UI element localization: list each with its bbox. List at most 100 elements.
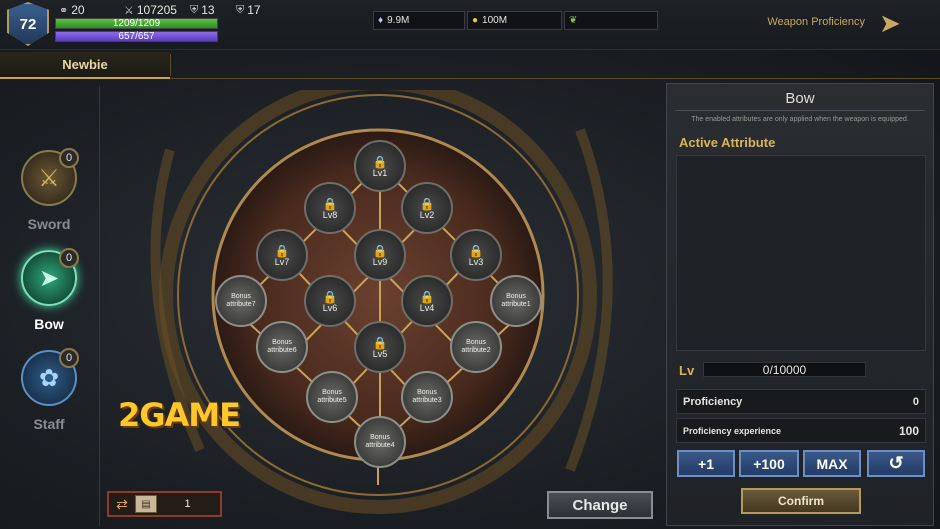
lock-icon: 🔒 (419, 196, 435, 211)
item-count: 1 (184, 498, 191, 510)
skill-node-label: Bonus attribute3 (412, 389, 442, 404)
feather-currency[interactable]: ❦ (564, 11, 658, 30)
weapon-sword[interactable]: ⚔ 0 Sword (14, 148, 84, 232)
stat-a-value: 20 (71, 3, 85, 17)
sword-count: 0 (59, 148, 79, 168)
skill-node-locked[interactable]: 🔒 Lv2 (401, 182, 453, 234)
confirm-button[interactable]: Confirm (741, 488, 861, 514)
power-value: 107205 (136, 3, 177, 17)
lv-progress: 0/10000 (703, 362, 866, 377)
skill-node-locked[interactable]: 🔒 Lv5 (354, 321, 406, 373)
skill-node-bonus[interactable]: Bonus attribute4 (354, 416, 406, 468)
weapon-bow[interactable]: ➤ 0 Bow (14, 248, 84, 332)
panel-note: The enabled attributes are only applied … (691, 116, 909, 123)
staff-label: Staff (33, 416, 65, 432)
arrow-right-icon[interactable]: ➤ (879, 9, 915, 39)
skill-node-locked[interactable]: 🔒 Lv3 (450, 229, 502, 281)
gold-currency[interactable]: ● 100M (467, 11, 562, 30)
skill-node-bonus[interactable]: Bonus attribute1 (490, 275, 542, 327)
top-bar: 72 ⚭ 20 ⚔ 107205 ⛨ 13 ⛨ 17 1209/1209 657… (0, 0, 940, 50)
skill-node-locked[interactable]: 🔒 Lv4 (401, 275, 453, 327)
bow-icon: ➤ 0 (21, 248, 79, 306)
diamond-currency[interactable]: ♦ 9.9M (373, 11, 465, 30)
shield-icon: ⛨ (190, 3, 199, 16)
hp-text: 1209/1209 (112, 18, 161, 29)
experience-row: Proficiency experience 100 (676, 418, 926, 443)
proficiency-label: Proficiency (683, 395, 743, 408)
reset-icon: ↺ (888, 453, 904, 473)
lock-icon: 🔒 (274, 243, 290, 258)
skill-node-bonus[interactable]: Bonus attribute2 (450, 321, 502, 373)
change-button[interactable]: Change (547, 491, 653, 519)
lv-label: Lv (679, 363, 695, 378)
defense-value: 13 (201, 3, 215, 17)
active-attribute-heading: Active Attribute (679, 135, 776, 150)
lock-icon: 🔒 (372, 154, 388, 169)
gold-value: 100M (482, 15, 508, 26)
tab-row: Newbie (0, 52, 940, 79)
staff-count: 0 (59, 348, 79, 368)
lock-icon: 🔒 (372, 243, 388, 258)
skill-node-label: Bonus attribute1 (501, 293, 531, 308)
shield-plus-icon: ⛨ (236, 3, 245, 16)
weapon-proficiency-link[interactable]: Weapon Proficiency (767, 16, 865, 28)
skill-node-locked[interactable]: 🔒 Lv9 (354, 229, 406, 281)
skill-node-bonus[interactable]: Bonus attribute5 (306, 371, 358, 423)
active-attribute-list (676, 155, 926, 351)
skill-node-label: Bonus attribute7 (226, 293, 256, 308)
skill-node-locked[interactable]: 🔒 Lv1 (354, 140, 406, 192)
swirl-icon: ⚭ (59, 4, 69, 17)
skill-node-label: Lv9 (372, 256, 388, 267)
diamond-icon: ♦ (378, 15, 384, 26)
skill-node-label: Lv5 (372, 348, 388, 359)
skill-node-label: Bonus attribute6 (267, 339, 297, 354)
plus-100-button[interactable]: +100 (739, 450, 799, 477)
skill-node-bonus[interactable]: Bonus attribute6 (256, 321, 308, 373)
stat-defense: ⛨ 13 (190, 3, 215, 17)
lock-icon: 🔒 (468, 243, 484, 258)
tab-divider (170, 54, 171, 76)
skill-node-locked[interactable]: 🔒 Lv6 (304, 275, 356, 327)
reset-button[interactable]: ↺ (867, 450, 925, 477)
diamond-value: 9.9M (387, 15, 410, 26)
skill-node-label: Lv6 (322, 302, 338, 313)
skill-node-label: Lv3 (468, 256, 484, 267)
skill-node-bonus[interactable]: Bonus attribute3 (401, 371, 453, 423)
level-badge: 72 (7, 2, 49, 46)
skill-node-label: Lv2 (419, 209, 435, 220)
weapon-detail-panel: Bow The enabled attributes are only appl… (666, 83, 934, 526)
sword-label: Sword (27, 216, 71, 232)
skill-node-label: Lv7 (274, 256, 290, 267)
sword-icon: ⚔ 0 (21, 148, 79, 206)
experience-value: 100 (898, 423, 919, 438)
item-swap-box[interactable]: ⇄ ▤ 1 (107, 491, 222, 517)
mp-bar: 657/657 (55, 31, 218, 42)
skill-node-locked[interactable]: 🔒 Lv8 (304, 182, 356, 234)
shield-value: 17 (247, 3, 261, 17)
proficiency-value: 0 (912, 395, 919, 408)
stat-power: ⚔ 107205 (124, 3, 177, 17)
max-button[interactable]: MAX (803, 450, 861, 477)
level-value: 72 (19, 15, 37, 33)
skill-node-label: Lv8 (322, 209, 338, 220)
staff-icon: ✿ 0 (21, 348, 79, 406)
lock-icon: 🔒 (322, 289, 338, 304)
watermark-logo: 2GAME (118, 396, 241, 434)
stat-a: ⚭ 20 (59, 3, 85, 17)
panel-title: Bow (785, 90, 815, 107)
bow-label: Bow (34, 316, 64, 332)
skill-node-bonus[interactable]: Bonus attribute7 (215, 275, 267, 327)
lock-icon: 🔒 (372, 335, 388, 350)
lock-icon: 🔒 (419, 289, 435, 304)
skill-node-locked[interactable]: 🔒 Lv7 (256, 229, 308, 281)
plus-1-button[interactable]: +1 (677, 450, 735, 477)
lock-icon: 🔒 (322, 196, 338, 211)
tab-newbie[interactable]: Newbie (0, 52, 170, 79)
hp-bar: 1209/1209 (55, 18, 218, 29)
weapon-staff[interactable]: ✿ 0 Staff (14, 348, 84, 432)
swap-arrows-icon: ⇄ (116, 495, 128, 512)
game-screen: 72 ⚭ 20 ⚔ 107205 ⛨ 13 ⛨ 17 1209/1209 657… (0, 0, 940, 529)
book-icon: ▤ (135, 495, 157, 513)
proficiency-row: Proficiency 0 (676, 389, 926, 414)
skill-node-label: Bonus attribute4 (365, 434, 395, 449)
